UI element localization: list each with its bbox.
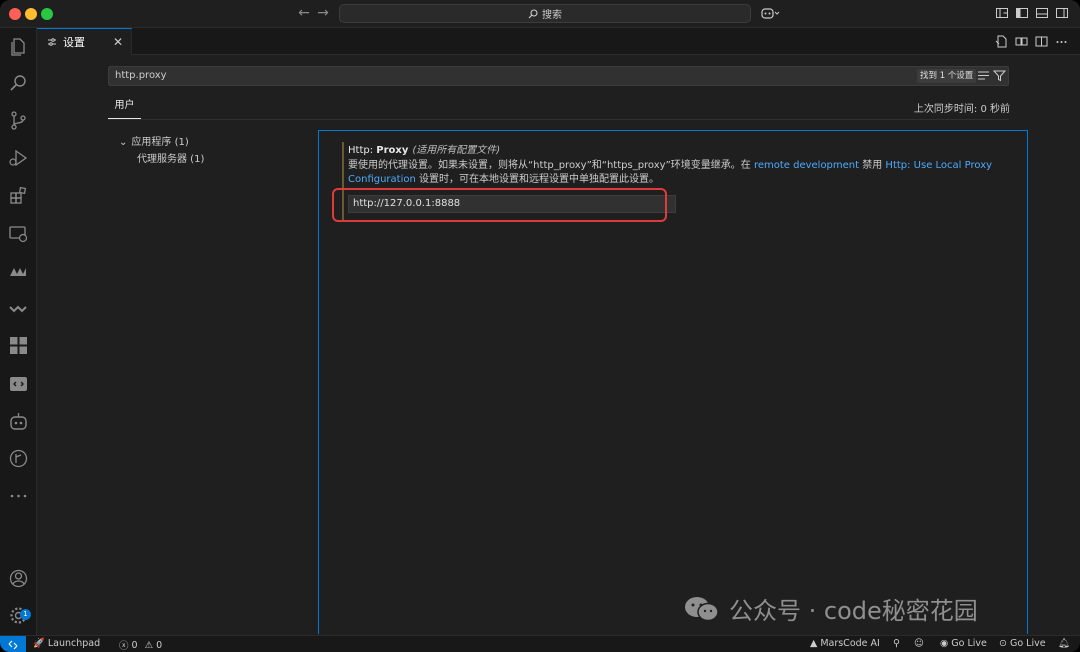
toggle-panel-icon[interactable] [1035,6,1049,20]
search-result-count: 找到 1 个设置 [917,69,977,83]
toc-item-proxy-server[interactable]: 代理服务器 (1) [137,150,204,165]
wave-icon[interactable] [8,298,29,319]
tab-label: 设置 [63,36,85,49]
setting-name: Proxy [376,145,409,156]
remote-icon [8,640,18,649]
clear-filter-icon[interactable] [977,69,990,82]
warning-icon: ⚠ [144,639,154,651]
copilot-status-icon[interactable]: ☺ [914,638,924,649]
title-bar: ← → 搜索 [0,0,1080,28]
settings-editor: http.proxy 找到 1 个设置 用户 上次同步时间: 0 秒前 ⌄ 应用程… [37,55,1080,635]
close-tab-icon[interactable]: ✕ [113,35,123,49]
copilot-icon[interactable] [761,6,780,20]
settings-search-input[interactable]: http.proxy [108,66,1009,86]
toggle-secondary-sidebar-icon[interactable] [1055,6,1069,20]
remote-development-link[interactable]: remote development [754,160,859,171]
desc-text-1: 要使用的代理设置。如果未设置，则将从“http_proxy”和“https_pr… [348,160,754,171]
desc-text-3: 设置时，可在本地设置和远程设置中单独配置此设置。 [415,174,660,185]
launchpad-label: Launchpad [47,638,101,649]
settings-tab-icon [48,38,56,46]
filter-icon[interactable] [992,69,1007,82]
command-center-search[interactable]: 搜索 [339,4,751,23]
back-arrow-icon[interactable]: ← [296,5,312,21]
problems-button[interactable]: ⓧ 0 ⚠ 0 [119,638,162,652]
remote-explorer-icon[interactable] [8,223,29,244]
golive-label-2: Go Live [1009,638,1046,649]
setting-category: Http: [348,145,377,156]
setting-description: 要使用的代理设置。如果未设置，则将从“http_proxy”和“https_pr… [348,159,1008,187]
red-highlight-box [332,188,667,222]
search-icon [528,8,538,18]
git-graph-icon[interactable] [8,448,29,469]
broadcast-icon: ◉ [940,638,949,649]
accounts-icon[interactable] [8,568,29,589]
pin-status-icon[interactable]: ⚲ [893,638,900,649]
more-actions-icon[interactable] [1055,35,1068,48]
error-count: 0 [131,639,138,651]
marscode-icon[interactable] [8,260,29,281]
code-panel-icon[interactable] [8,373,29,394]
minimize-window-button[interactable] [25,8,37,20]
desc-text-2: 禁用 [859,160,886,171]
forward-arrow-icon[interactable]: → [315,5,331,21]
watermark: 公众号 · code秘密花园 [683,591,978,626]
extensions-icon[interactable] [8,185,29,206]
rocket-icon: 🚀 [33,638,45,649]
watermark-text: 公众号 · code秘密花园 [729,597,978,625]
split-editor-icon[interactable] [1035,35,1048,48]
marscode-status-button[interactable]: ▲ MarsCode AI [810,638,880,649]
golive-button-1[interactable]: ◉ Go Live [940,638,987,649]
divider [108,119,1009,120]
setting-scope: (适用所有配置文件) [412,145,501,156]
toc-group-application[interactable]: ⌄ 应用程序 (1) [119,133,189,148]
error-icon: ⓧ [119,641,129,652]
editor-tabs: 设置 ✕ [37,28,1080,55]
maximize-window-button[interactable] [41,8,53,20]
grid-apps-icon[interactable] [8,335,29,356]
warning-count: 0 [156,639,163,651]
status-bar: 🚀 Launchpad ⓧ 0 ⚠ 0 ▲ MarsCode AI ⚲ ☺ ◉ Go Li… [0,635,1080,652]
split-editor-layout-icon[interactable] [1015,35,1028,48]
vscode-window: ← → 搜索 1 设置 ✕ http.proxy 找到 1 个设置 用户 上次同… [0,0,1080,652]
search-icon[interactable] [8,73,29,94]
more-icon[interactable] [8,485,29,506]
marscode-status-icon: ▲ [810,638,818,649]
chevron-down-icon: ⌄ [119,137,128,148]
source-control-icon[interactable] [8,110,29,131]
open-settings-json-icon[interactable] [995,35,1008,48]
search-label: 搜索 [542,10,562,21]
customize-layout-icon[interactable] [995,6,1009,20]
wechat-icon [685,596,719,621]
golive-button-2[interactable]: ⊙ Go Live [999,638,1046,649]
explorer-icon[interactable] [8,36,29,57]
play-circle-icon: ⊙ [999,638,1007,649]
robot-icon[interactable] [8,411,29,432]
run-debug-icon[interactable] [8,147,29,168]
marscode-label: MarsCode AI [820,638,880,649]
remote-indicator-button[interactable] [0,636,26,652]
tab-settings[interactable]: 设置 ✕ [37,28,132,55]
setting-title: Http: Proxy (适用所有配置文件) [348,141,500,156]
tab-user-settings[interactable]: 用户 [108,97,141,119]
activity-bar: 1 [0,28,37,635]
notifications-bell-icon[interactable]: 🔔︎ [1058,638,1070,649]
launchpad-button[interactable]: 🚀 Launchpad [33,638,100,649]
toc-group-label: 应用程序 (1) [131,137,189,148]
sync-status: 上次同步时间: 0 秒前 [913,104,1010,115]
golive-label-1: Go Live [951,638,987,649]
toggle-primary-sidebar-icon[interactable] [1015,6,1029,20]
close-window-button[interactable] [9,8,21,20]
update-badge: 1 [20,609,31,620]
